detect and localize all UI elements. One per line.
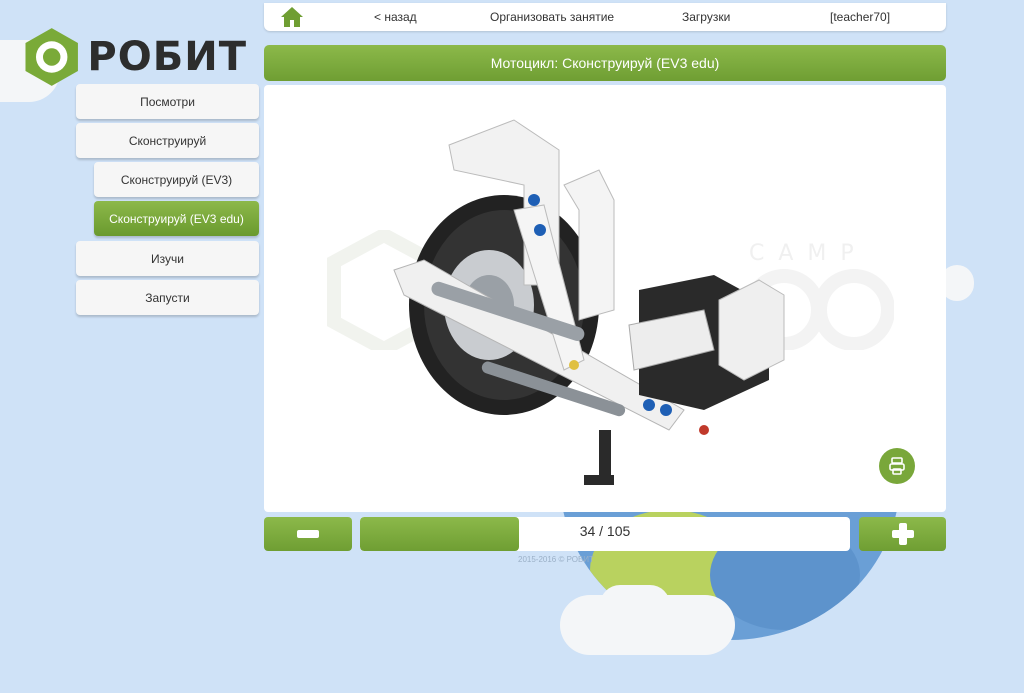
sidebar-item-build-ev3-edu[interactable]: Сконструируй (EV3 edu) (94, 201, 259, 236)
sidebar-item-label: Сконструируй (128, 133, 207, 148)
sidebar-item-learn[interactable]: Изучи (76, 241, 259, 276)
home-icon (281, 7, 303, 27)
sidebar-item-label: Изучи (151, 251, 184, 266)
minus-icon (297, 530, 319, 538)
footer-copyright: 2015-2016 © РОБИТ (518, 555, 594, 564)
sidebar-item-build-ev3[interactable]: Сконструируй (EV3) (94, 162, 259, 197)
step-counter: 34 / 105 (579, 523, 631, 539)
sidebar-item-build[interactable]: Сконструируй (76, 123, 259, 158)
previous-step-button[interactable] (264, 517, 352, 551)
downloads-link[interactable]: Загрузки (682, 10, 730, 24)
sidebar-item-label: Сконструируй (EV3 edu) (109, 211, 244, 226)
sidebar-item-label: Посмотри (140, 94, 195, 109)
back-link[interactable]: < назад (374, 10, 417, 24)
home-button[interactable] (264, 3, 320, 31)
user-link[interactable]: [teacher70] (830, 10, 890, 24)
plus-icon (891, 523, 914, 545)
sidebar-item-run[interactable]: Запусти (76, 280, 259, 315)
logo-text: РОБИТ (87, 33, 247, 80)
sidebar-item-label: Сконструируй (EV3) (120, 172, 233, 187)
sidebar-item-label: Запусти (145, 290, 190, 305)
step-progress: 34 / 105 (360, 517, 850, 551)
page-title: Мотоцикл: Сконструируй (EV3 edu) (264, 45, 946, 81)
print-icon (889, 457, 905, 475)
instruction-viewer: CAMP (264, 85, 946, 512)
sidebar-item-look[interactable]: Посмотри (76, 84, 259, 119)
background-cloud (600, 585, 670, 625)
next-step-button[interactable] (859, 517, 946, 551)
top-navigation: < назад Организовать занятие Загрузки [t… (264, 3, 946, 31)
motorcycle-model-image (393, 119, 785, 485)
page-title-text: Мотоцикл: Сконструируй (EV3 edu) (490, 55, 720, 71)
logo-hexagon-icon (25, 27, 78, 86)
robit-logo[interactable]: РОБИТ (22, 19, 247, 94)
organize-lesson-link[interactable]: Организовать занятие (490, 10, 614, 24)
print-button[interactable] (879, 448, 915, 484)
